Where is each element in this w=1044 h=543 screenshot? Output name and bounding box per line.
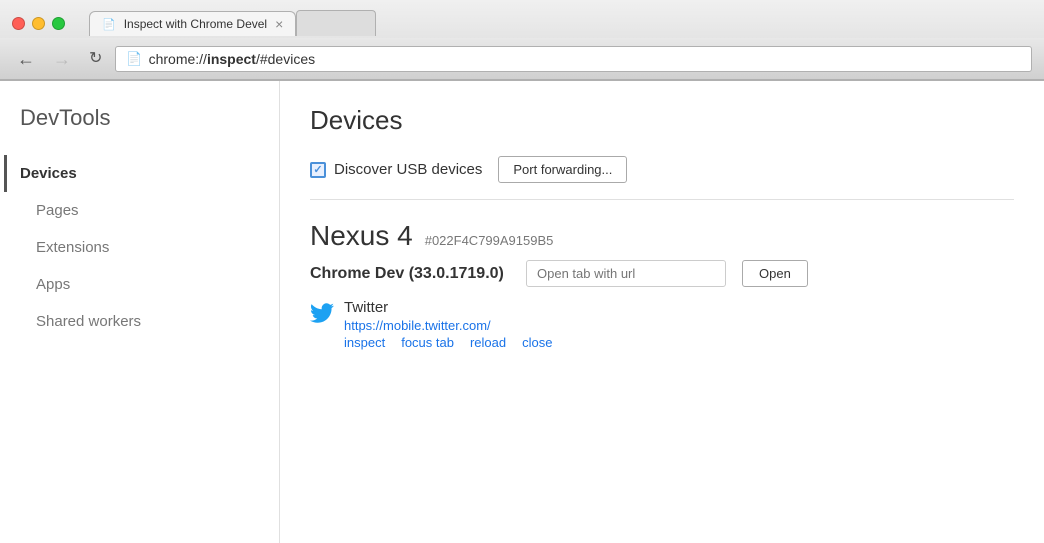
sidebar-item-apps-label: Apps	[36, 276, 70, 293]
maximize-button[interactable]	[52, 17, 65, 30]
nav-bar: ← → ↻ 📄 chrome://inspect/#devices	[0, 38, 1044, 80]
tab-info: Twitter https://mobile.twitter.com/ insp…	[344, 299, 552, 350]
sidebar-item-pages[interactable]: Pages	[20, 192, 279, 229]
minimize-button[interactable]	[32, 17, 45, 30]
sidebar-item-apps[interactable]: Apps	[20, 266, 279, 303]
page-title: Devices	[310, 105, 1014, 136]
new-tab-placeholder[interactable]	[296, 10, 376, 36]
sidebar-item-shared-workers-label: Shared workers	[36, 313, 141, 330]
sidebar-item-extensions-label: Extensions	[36, 239, 109, 256]
close-link[interactable]: close	[522, 335, 552, 350]
discover-usb-label: Discover USB devices	[334, 161, 482, 178]
browser-row: Chrome Dev (33.0.1719.0) Open	[310, 260, 1014, 287]
twitter-icon	[310, 301, 334, 325]
focus-tab-link[interactable]: focus tab	[401, 335, 454, 350]
tabs-area: 📄 Inspect with Chrome Devel ×	[89, 10, 376, 36]
refresh-button[interactable]: ↻	[84, 49, 107, 69]
title-bar: 📄 Inspect with Chrome Devel ×	[0, 0, 1044, 38]
tab-page-icon: 📄	[102, 18, 116, 31]
close-button[interactable]	[12, 17, 25, 30]
sidebar-item-extensions[interactable]: Extensions	[20, 229, 279, 266]
discover-usb-checkbox-area: Discover USB devices	[310, 161, 482, 178]
inspect-link[interactable]: inspect	[344, 335, 385, 350]
main-content: DevTools Devices Pages Extensions Apps S…	[0, 81, 1044, 543]
tab-entry: Twitter https://mobile.twitter.com/ insp…	[310, 299, 1014, 350]
discover-row: Discover USB devices Port forwarding...	[310, 156, 1014, 200]
sidebar-item-devices[interactable]: Devices	[4, 155, 279, 192]
sidebar-item-devices-label: Devices	[20, 165, 77, 182]
open-tab-button[interactable]: Open	[742, 260, 808, 287]
device-header: Nexus 4 #022F4C799A9159B5	[310, 220, 1014, 252]
content-area: Devices Discover USB devices Port forwar…	[280, 81, 1044, 543]
sidebar-item-pages-label: Pages	[36, 202, 79, 219]
device-section: Nexus 4 #022F4C799A9159B5 Chrome Dev (33…	[310, 220, 1014, 350]
open-tab-input[interactable]	[526, 260, 726, 287]
browser-name: Chrome Dev (33.0.1719.0)	[310, 265, 510, 283]
sidebar: DevTools Devices Pages Extensions Apps S…	[0, 81, 280, 543]
forward-button[interactable]: →	[48, 48, 76, 70]
tab-close-icon[interactable]: ×	[275, 17, 283, 31]
tab-page-title: Twitter	[344, 299, 552, 316]
page-icon: 📄	[126, 51, 142, 67]
device-id: #022F4C799A9159B5	[425, 233, 554, 248]
address-bar[interactable]: 📄 chrome://inspect/#devices	[115, 46, 1032, 72]
sidebar-item-shared-workers[interactable]: Shared workers	[20, 303, 279, 340]
tab-title: Inspect with Chrome Devel	[124, 17, 267, 31]
address-text: chrome://inspect/#devices	[149, 51, 316, 67]
traffic-lights	[12, 17, 65, 30]
active-tab[interactable]: 📄 Inspect with Chrome Devel ×	[89, 11, 296, 36]
tab-url[interactable]: https://mobile.twitter.com/	[344, 318, 552, 333]
window-chrome: 📄 Inspect with Chrome Devel × ← → ↻ 📄 ch…	[0, 0, 1044, 81]
tab-actions: inspect focus tab reload close	[344, 335, 552, 350]
discover-usb-checkbox[interactable]	[310, 162, 326, 178]
device-name: Nexus 4	[310, 220, 413, 252]
sidebar-title: DevTools	[20, 105, 279, 131]
back-button[interactable]: ←	[12, 48, 40, 70]
port-forwarding-button[interactable]: Port forwarding...	[498, 156, 627, 183]
reload-link[interactable]: reload	[470, 335, 506, 350]
